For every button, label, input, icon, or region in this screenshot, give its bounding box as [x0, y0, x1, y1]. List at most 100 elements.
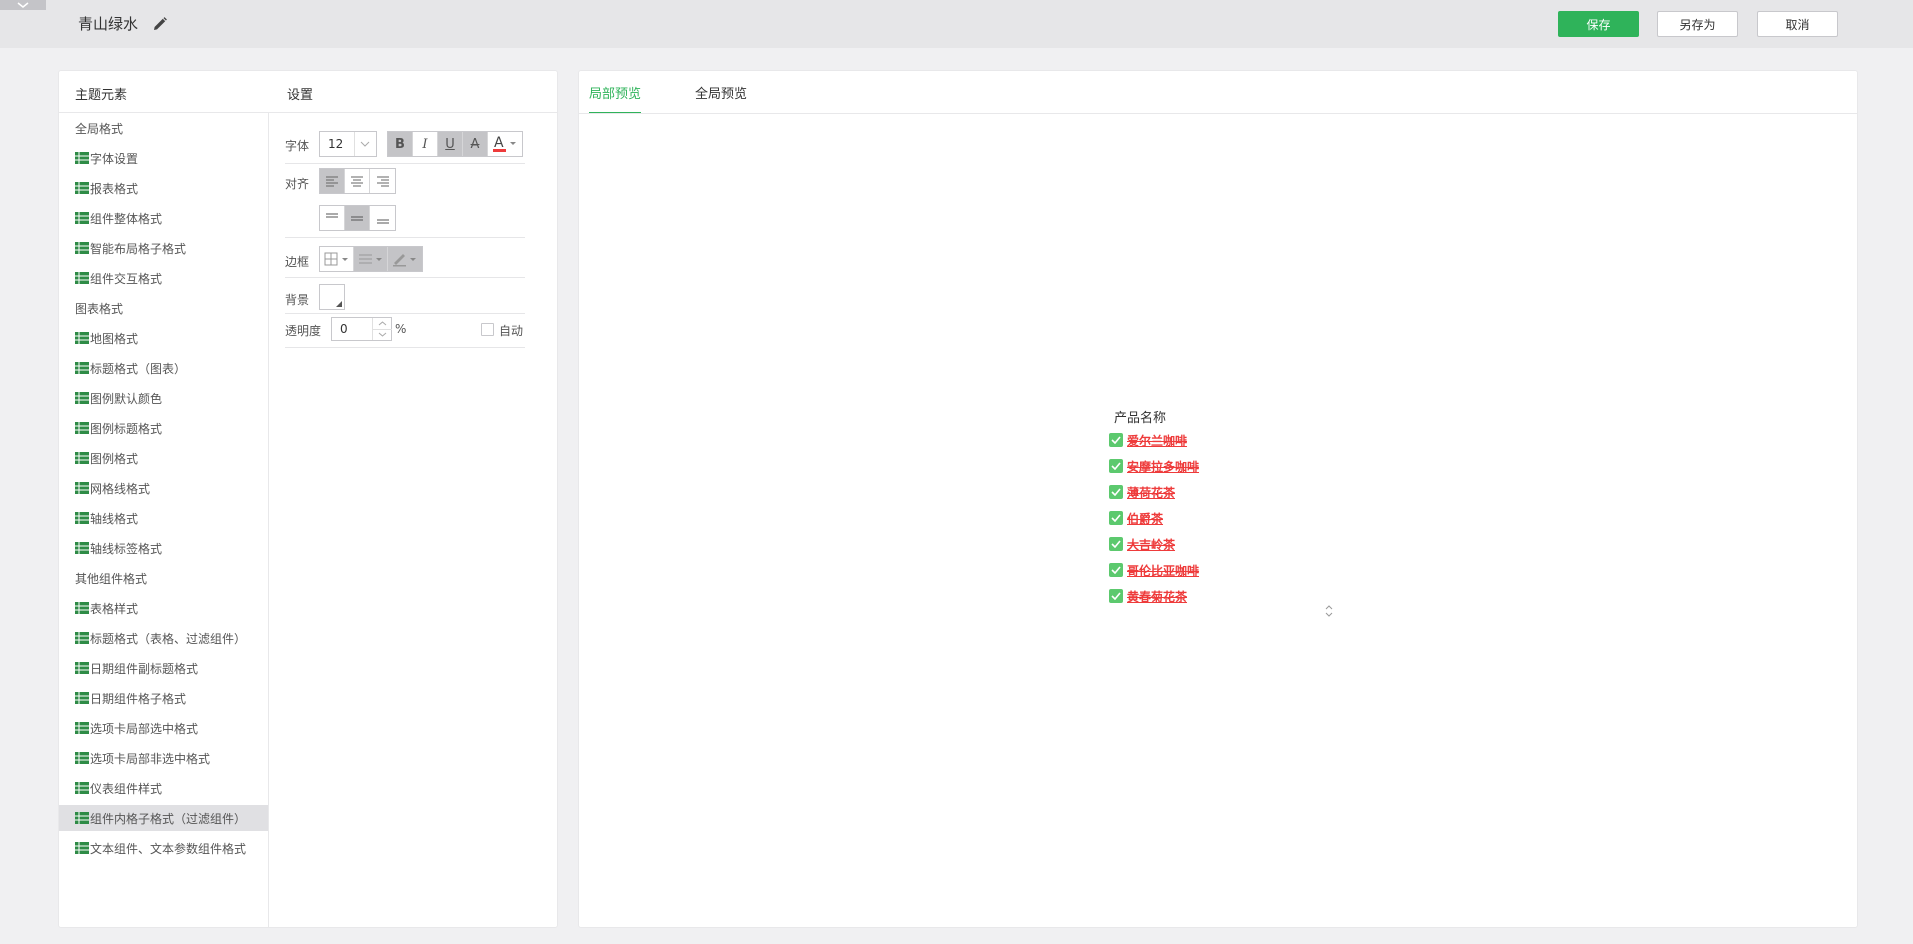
- checkbox-checked-icon[interactable]: [1109, 589, 1123, 603]
- table-icon: [75, 392, 89, 404]
- preview-item-label: 大吉岭茶: [1127, 537, 1176, 552]
- checkbox-checked-icon[interactable]: [1109, 459, 1123, 473]
- tree-item-label: 字体设置: [90, 151, 139, 166]
- preview-list-item[interactable]: 薄荷花茶: [1109, 482, 1175, 502]
- tree-item[interactable]: 网格线格式: [59, 475, 268, 501]
- tree-item[interactable]: 轴线标签格式: [59, 535, 268, 561]
- tree-item[interactable]: 标题格式（表格、过滤组件）: [59, 625, 268, 651]
- tree-item[interactable]: 文本组件、文本参数组件格式: [59, 835, 268, 861]
- tab-local-preview[interactable]: 局部预览: [589, 83, 641, 102]
- table-icon: [75, 152, 89, 164]
- border-type-button[interactable]: [320, 247, 354, 271]
- tree-group[interactable]: 其他组件格式: [59, 565, 268, 591]
- preview-title: 产品名称: [1114, 411, 1167, 426]
- border-color-button[interactable]: [388, 247, 422, 271]
- chevron-down-icon: [360, 141, 370, 147]
- tree-item-label: 图表格式: [75, 301, 124, 316]
- auto-checkbox[interactable]: [481, 323, 494, 336]
- underline-button[interactable]: U: [438, 132, 463, 156]
- chevron-down-icon[interactable]: [373, 329, 392, 340]
- tree-item[interactable]: 表格样式: [59, 595, 268, 621]
- preview-list-item[interactable]: 哥伦比亚咖啡: [1109, 560, 1199, 580]
- align-center-icon: [351, 176, 363, 187]
- checkbox-checked-icon[interactable]: [1109, 537, 1123, 551]
- bold-icon: B: [395, 136, 405, 152]
- border-grid-icon: [324, 252, 348, 266]
- align-center-button[interactable]: [345, 169, 370, 193]
- svg-text:A: A: [494, 135, 504, 151]
- preview-list-item[interactable]: 伯爵茶: [1109, 508, 1163, 528]
- theme-title: 青山绿水: [78, 15, 139, 33]
- valign-top-button[interactable]: [320, 206, 345, 230]
- preview-list-item[interactable]: 大吉岭茶: [1109, 534, 1175, 554]
- checkbox-checked-icon[interactable]: [1109, 511, 1123, 525]
- preview-list-item[interactable]: 爱尔兰咖啡: [1109, 430, 1187, 450]
- border-style-button[interactable]: [354, 247, 388, 271]
- collapse-toggle[interactable]: [0, 0, 46, 10]
- tree-item[interactable]: 字体设置: [59, 145, 268, 171]
- tree-item[interactable]: 组件内格子格式（过滤组件）: [59, 805, 268, 831]
- checkbox-checked-icon[interactable]: [1109, 485, 1123, 499]
- valign-middle-button[interactable]: [345, 206, 370, 230]
- tree-item-label: 表格样式: [90, 601, 139, 616]
- tree-item[interactable]: 智能布局格子格式: [59, 235, 268, 261]
- tree-item[interactable]: 组件交互格式: [59, 265, 268, 291]
- corner-triangle-icon: [336, 301, 342, 307]
- opacity-spinner[interactable]: [372, 318, 392, 340]
- tree-item[interactable]: 日期组件格子格式: [59, 685, 268, 711]
- line-style-icon: [358, 254, 382, 264]
- checkbox-checked-icon[interactable]: [1109, 563, 1123, 577]
- tree-item-label: 轴线标签格式: [90, 541, 163, 556]
- table-icon: [75, 482, 89, 494]
- tree-item[interactable]: 选项卡局部选中格式: [59, 715, 268, 741]
- edit-icon[interactable]: [152, 16, 168, 32]
- horizontal-align-group: [319, 168, 396, 194]
- opacity-input[interactable]: 0: [331, 317, 392, 341]
- font-color-button[interactable]: A: [488, 132, 522, 156]
- tree-item[interactable]: 标题格式（图表）: [59, 355, 268, 381]
- valign-bottom-button[interactable]: [370, 206, 395, 230]
- tree-group[interactable]: 全局格式: [59, 115, 268, 141]
- panel-header: 主题元素 设置: [59, 71, 557, 113]
- preview-list-item[interactable]: 黄春菊花茶: [1109, 586, 1187, 606]
- save-button[interactable]: 保存: [1558, 11, 1639, 37]
- italic-button[interactable]: I: [413, 132, 438, 156]
- tree-item-label: 选项卡局部选中格式: [90, 721, 199, 736]
- align-right-button[interactable]: [370, 169, 395, 193]
- preview-item-label: 薄荷花茶: [1127, 485, 1176, 500]
- cancel-button[interactable]: 取消: [1757, 11, 1838, 37]
- chevron-down-icon: [17, 1, 29, 8]
- preview-item-label: 安摩拉多咖啡: [1127, 459, 1200, 474]
- tree-item[interactable]: 日期组件副标题格式: [59, 655, 268, 681]
- tree-group[interactable]: 图表格式: [59, 295, 268, 321]
- tree-item-label: 其他组件格式: [75, 571, 148, 586]
- tree-item[interactable]: 图例格式: [59, 445, 268, 471]
- tree-item[interactable]: 轴线格式: [59, 505, 268, 531]
- bold-button[interactable]: B: [388, 132, 413, 156]
- checkbox-checked-icon[interactable]: [1109, 433, 1123, 447]
- preview-list-item[interactable]: 安摩拉多咖啡: [1109, 456, 1199, 476]
- tree-item[interactable]: 组件整体格式: [59, 205, 268, 231]
- table-icon: [75, 632, 89, 644]
- tree-item-label: 日期组件副标题格式: [90, 661, 199, 676]
- font-size-value: 12: [328, 137, 344, 151]
- tree-item[interactable]: 图例标题格式: [59, 415, 268, 441]
- tree-item[interactable]: 地图格式: [59, 325, 268, 351]
- scroll-arrows-icon[interactable]: [1324, 603, 1334, 619]
- save-as-button[interactable]: 另存为: [1657, 11, 1738, 37]
- opacity-unit: %: [395, 322, 407, 336]
- border-group: [319, 246, 423, 272]
- tab-global-preview[interactable]: 全局预览: [695, 83, 747, 102]
- tree-item[interactable]: 报表格式: [59, 175, 268, 201]
- tree-item[interactable]: 仪表组件样式: [59, 775, 268, 801]
- tree-item-label: 地图格式: [90, 331, 139, 346]
- background-color-picker[interactable]: [319, 284, 345, 310]
- strikethrough-button[interactable]: A: [463, 132, 488, 156]
- chevron-up-icon[interactable]: [373, 318, 392, 329]
- tree-item[interactable]: 选项卡局部非选中格式: [59, 745, 268, 771]
- tree-item[interactable]: 图例默认颜色: [59, 385, 268, 411]
- theme-settings-panel: 主题元素 设置 全局格式字体设置报表格式组件整体格式 智能布局格子格式 组件交互格式…: [58, 70, 558, 928]
- align-left-button[interactable]: [320, 169, 345, 193]
- tree-item-label: 图例默认颜色: [90, 391, 163, 406]
- font-size-select[interactable]: 12: [319, 131, 377, 157]
